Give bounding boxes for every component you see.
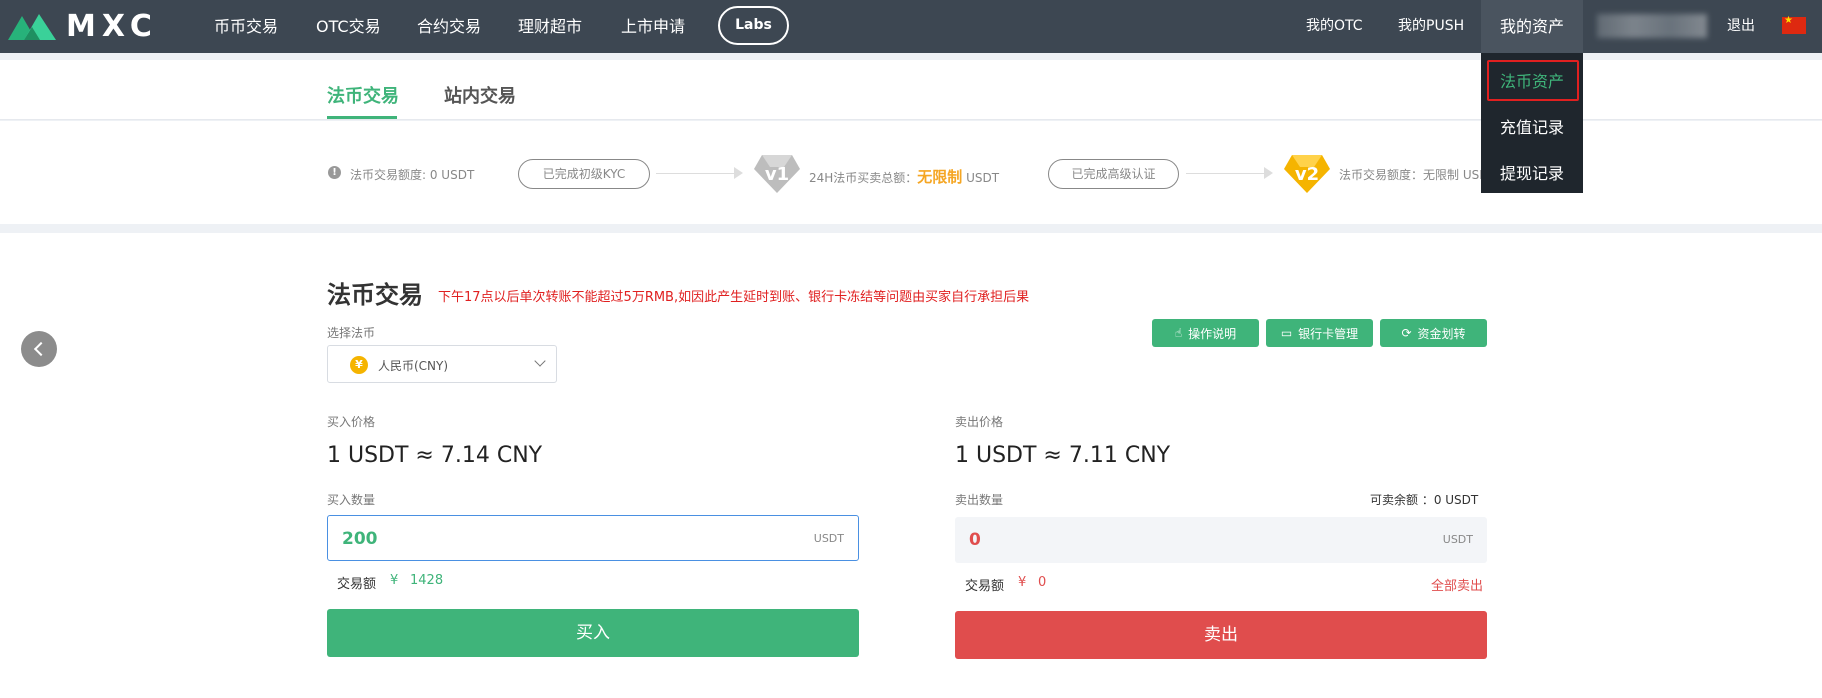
sell-total-value: 0	[1038, 575, 1047, 590]
fiat-limit-text: 法币交易额度: 0 USDT	[350, 168, 475, 182]
yuan-icon: ¥	[350, 356, 368, 374]
active-tab-indicator	[327, 116, 397, 119]
buy-button[interactable]: 买入	[327, 609, 859, 657]
arrow-right-icon	[734, 167, 743, 179]
nav-finance-market[interactable]: 理财超市	[518, 0, 582, 53]
nav-listing-apply[interactable]: 上市申请	[621, 0, 685, 53]
sell-amount-label: 卖出数量	[955, 493, 1004, 507]
v2-badge-icon: v2	[1284, 155, 1330, 193]
svg-text:v2: v2	[1295, 164, 1319, 185]
sell-price: 1 USDT ≈ 7.11 CNY	[955, 443, 1171, 468]
fund-transfer-button-label: 资金划转	[1417, 326, 1466, 341]
sell-amount-value: 0	[969, 530, 981, 550]
dropdown-item-fiat-assets[interactable]: 法币资产	[1481, 68, 1583, 92]
transfer-icon: ⟳	[1401, 326, 1412, 340]
logo-text: MXC	[66, 8, 158, 44]
sell-amount-unit: USDT	[1442, 533, 1473, 546]
buy-total-value: 1428	[410, 573, 444, 588]
currency-select-value: 人民币(CNY)	[378, 359, 449, 373]
mxc-logo-icon	[8, 14, 56, 40]
tab-fiat-trade[interactable]: 法币交易	[327, 82, 399, 108]
info-icon: !	[328, 166, 341, 179]
top-nav: MXC 币币交易 OTC交易 合约交易 理财超市 上市申请 Labs 我的OTC…	[0, 0, 1822, 53]
nav-otc-trade[interactable]: OTC交易	[316, 0, 381, 53]
sell-price-label: 卖出价格	[955, 415, 1004, 429]
buy-price-label: 买入价格	[327, 415, 376, 429]
buy-price: 1 USDT ≈ 7.14 CNY	[327, 443, 543, 468]
buy-amount-unit: USDT	[813, 532, 844, 545]
v1-limit-unlimited: 无限制	[917, 168, 963, 186]
sell-button[interactable]: 卖出	[955, 611, 1487, 659]
kyc-progress-line-2	[1186, 173, 1266, 174]
nav-contract-trade[interactable]: 合约交易	[417, 0, 481, 53]
nav-my-push[interactable]: 我的PUSH	[1398, 0, 1464, 53]
tab-internal-trade[interactable]: 站内交易	[444, 82, 516, 108]
svg-text:v1: v1	[765, 164, 789, 185]
sell-available-balance: 可卖余额 ：0 USDT	[1370, 493, 1479, 507]
labs-button[interactable]: Labs	[718, 6, 789, 45]
bank-card-button-label: 银行卡管理	[1298, 326, 1359, 341]
v1-limit-prefix: 24H法币买卖总额：	[809, 171, 918, 185]
sell-amount-input[interactable]: 0 USDT	[955, 517, 1487, 563]
buy-total-label: 交易额	[337, 577, 377, 592]
buy-amount-label: 买入数量	[327, 493, 376, 507]
flag-cn-icon[interactable]	[1782, 15, 1806, 34]
v1-limit-text: 24H法币买卖总额：无限制 USDT	[809, 166, 999, 187]
card-icon: ▭	[1280, 326, 1293, 340]
nav-spot-trade[interactable]: 币币交易	[214, 0, 278, 53]
nav-my-otc[interactable]: 我的OTC	[1306, 0, 1363, 53]
user-account-blurred[interactable]	[1597, 14, 1707, 38]
fiat-trade-panel: 法币交易 下午17点以后单次转账不能超过5万RMB,如因此产生延时到账、银行卡冻…	[0, 233, 1822, 698]
kyc-level2-pill: 已完成高级认证	[1048, 159, 1179, 189]
logout-link[interactable]: 退出	[1727, 0, 1755, 53]
sell-total-currency: ¥	[1018, 575, 1027, 590]
buy-total-currency: ¥	[390, 573, 399, 588]
fund-transfer-button[interactable]: ⟳ 资金划转	[1380, 319, 1487, 347]
kyc-level1-pill: 已完成初级KYC	[518, 159, 650, 189]
buy-amount-input[interactable]: 200 USDT	[327, 515, 859, 561]
instructions-button-label: 操作说明	[1188, 326, 1237, 341]
v2-limit-text: 法币交易额度：无限制 USDT	[1339, 168, 1496, 182]
v1-badge-icon: v1	[754, 155, 800, 193]
sell-all-link[interactable]: 全部卖出	[1431, 575, 1483, 594]
hand-icon: ☝	[1174, 326, 1183, 340]
bank-card-button[interactable]: ▭ 银行卡管理	[1266, 319, 1373, 347]
currency-select[interactable]: ¥ 人民币(CNY)	[327, 345, 557, 383]
page-title: 法币交易	[327, 281, 423, 309]
nav-my-assets[interactable]: 我的资产	[1481, 0, 1583, 53]
dropdown-item-withdraw-history[interactable]: 提现记录	[1481, 160, 1583, 184]
logo[interactable]: MXC	[6, 8, 158, 44]
select-currency-label: 选择法币	[327, 326, 376, 340]
chevron-down-icon	[534, 355, 546, 367]
chevron-left-icon[interactable]	[21, 331, 57, 367]
transfer-warning: 下午17点以后单次转账不能超过5万RMB,如因此产生延时到账、银行卡冻结等问题由…	[438, 290, 1030, 305]
assets-dropdown-menu: 法币资产 充值记录 提现记录	[1481, 53, 1583, 193]
kyc-progress-line	[656, 173, 736, 174]
arrow-right-icon-2	[1264, 167, 1273, 179]
buy-amount-value: 200	[342, 529, 378, 549]
v1-limit-suffix: USDT	[966, 171, 1000, 185]
sell-total-label: 交易额	[965, 579, 1005, 594]
instructions-button[interactable]: ☝ 操作说明	[1152, 319, 1259, 347]
dropdown-item-deposit-history[interactable]: 充值记录	[1481, 114, 1583, 138]
